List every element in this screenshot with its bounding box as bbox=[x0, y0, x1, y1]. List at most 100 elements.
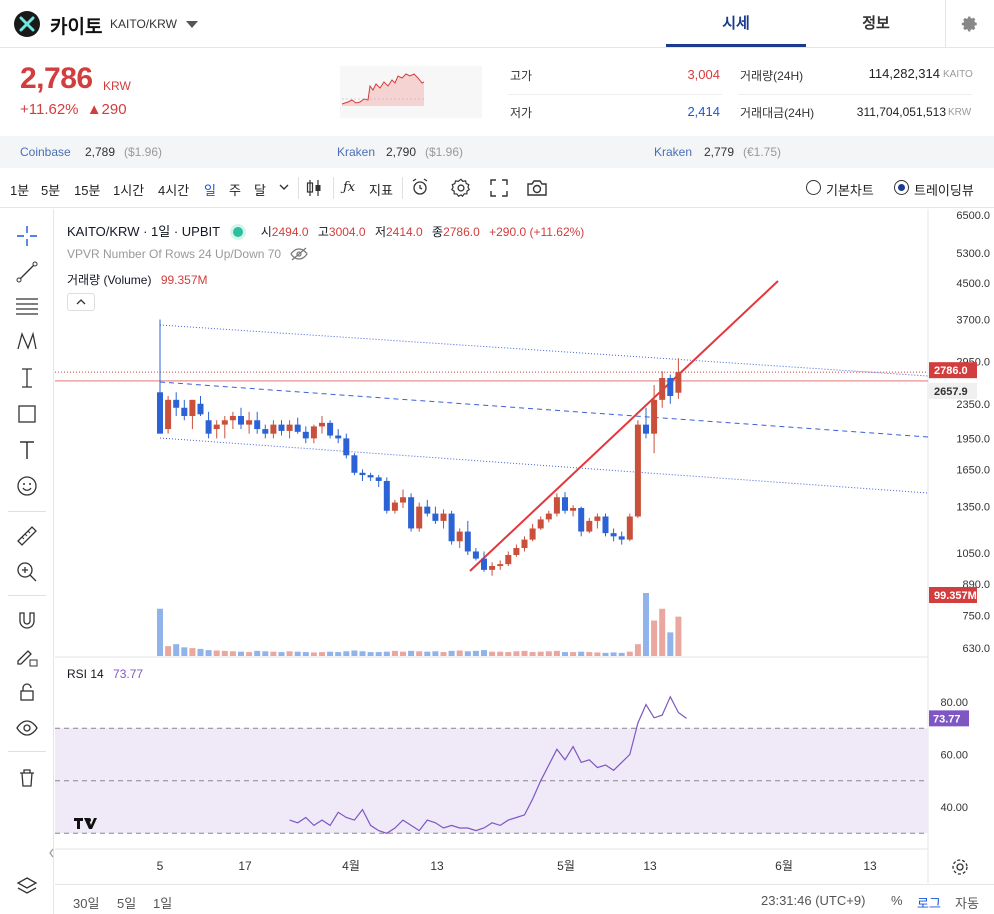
eye-hidden-icon[interactable] bbox=[290, 247, 309, 261]
emoji-icon[interactable] bbox=[14, 473, 40, 499]
ohlc-high: 3004.0 bbox=[328, 225, 366, 239]
volume-bar bbox=[262, 651, 269, 656]
text-icon[interactable] bbox=[14, 437, 40, 463]
log-toggle[interactable]: 로그 bbox=[917, 893, 941, 912]
volume-bar bbox=[173, 644, 180, 656]
volume-unit: KAITO bbox=[943, 69, 973, 80]
exchange-name[interactable]: Kraken bbox=[654, 145, 692, 159]
exchange-usd: (€1.75) bbox=[743, 145, 782, 159]
rectangle-icon[interactable] bbox=[14, 401, 40, 427]
chart-area[interactable]: 80.00 60.00 40.00 73.77 6500.0 5300.0 4500.0 3… bbox=[55, 209, 994, 883]
pencil-lock-icon[interactable] bbox=[14, 643, 40, 669]
candle-body bbox=[489, 566, 496, 570]
tab-market[interactable]: 시세 bbox=[666, 0, 806, 47]
range-30d[interactable]: 30일 bbox=[73, 893, 99, 912]
interval-1d[interactable]: 일 bbox=[204, 180, 216, 199]
range-1d[interactable]: 1일 bbox=[153, 893, 172, 912]
percent-toggle[interactable]: % bbox=[891, 893, 903, 908]
interval-1m[interactable]: 1분 bbox=[10, 180, 29, 199]
volume-bar bbox=[456, 650, 463, 656]
range-5d[interactable]: 5일 bbox=[117, 893, 136, 912]
layers-icon[interactable] bbox=[14, 873, 40, 899]
candle-body bbox=[570, 507, 577, 511]
time-tick-label: 6월 bbox=[775, 859, 793, 873]
last-price-tag: 2786.0 bbox=[934, 365, 968, 377]
candle-body bbox=[667, 377, 674, 397]
crosshair-icon[interactable] bbox=[14, 223, 40, 249]
candle-body bbox=[602, 516, 609, 534]
pattern-icon[interactable] bbox=[14, 329, 40, 355]
fx-icon[interactable]: ƒx bbox=[343, 180, 355, 195]
candle-body bbox=[205, 420, 212, 434]
volume-bar bbox=[529, 652, 536, 656]
eye-icon[interactable] bbox=[14, 715, 40, 741]
candle-body bbox=[157, 392, 163, 434]
low-value: 2,414 bbox=[687, 104, 720, 119]
volume-bar bbox=[165, 646, 172, 656]
indicator-button[interactable]: 지표 bbox=[369, 180, 393, 199]
pair-dropdown-icon[interactable] bbox=[186, 21, 198, 28]
fullscreen-icon[interactable] bbox=[490, 179, 508, 197]
volume-bar bbox=[618, 652, 625, 656]
price-tick-label: 630.0 bbox=[962, 643, 990, 655]
volume-bar bbox=[416, 651, 423, 656]
exchange-name[interactable]: Coinbase bbox=[20, 145, 71, 159]
volume-bar bbox=[537, 651, 544, 656]
magnet-icon[interactable] bbox=[14, 607, 40, 633]
candle-body bbox=[343, 438, 350, 456]
measure-icon[interactable] bbox=[14, 365, 40, 391]
exchange-name[interactable]: Kraken bbox=[337, 145, 375, 159]
volume-bar bbox=[327, 651, 334, 656]
basic-chart-radio[interactable] bbox=[806, 180, 821, 195]
interval-4h[interactable]: 4시간 bbox=[158, 180, 189, 199]
price-tick-label: 1050.0 bbox=[956, 548, 990, 560]
tab-info[interactable]: 정보 bbox=[806, 0, 946, 47]
tradingview-radio[interactable] bbox=[894, 180, 909, 195]
time-tick-label: 13 bbox=[863, 859, 877, 873]
volume-tag: 99.357M bbox=[934, 590, 977, 602]
basic-chart-label[interactable]: 기본차트 bbox=[826, 180, 874, 199]
candle-type-icon[interactable] bbox=[305, 178, 323, 198]
zoom-in-icon[interactable] bbox=[14, 559, 40, 585]
rsi-legend: RSI 14 73.77 bbox=[67, 667, 143, 681]
settings-button[interactable] bbox=[945, 0, 994, 48]
ruler-icon[interactable] bbox=[14, 523, 40, 549]
interval-15m[interactable]: 15분 bbox=[74, 180, 100, 199]
chevron-down-icon[interactable] bbox=[278, 182, 290, 192]
volume-bar bbox=[189, 648, 196, 656]
change-amount: ▲290 bbox=[86, 101, 127, 118]
settings-icon[interactable] bbox=[450, 177, 472, 199]
auto-toggle[interactable]: 자동 bbox=[955, 893, 979, 912]
interval-1mo[interactable]: 달 bbox=[254, 180, 266, 199]
interval-1w[interactable]: 주 bbox=[229, 180, 241, 199]
price-change: +11.62% ▲290 bbox=[20, 101, 127, 118]
ohlc-high-label: 고 bbox=[317, 225, 329, 239]
volume-bar bbox=[335, 652, 342, 656]
candle-body bbox=[165, 399, 172, 430]
lock-icon[interactable] bbox=[14, 679, 40, 705]
trend-line-icon[interactable] bbox=[14, 259, 40, 285]
timezone-clock[interactable]: 23:31:46 (UTC+9) bbox=[761, 893, 865, 908]
time-axis-settings-icon[interactable] bbox=[951, 858, 969, 876]
tradingview-label[interactable]: 트레이딩뷰 bbox=[914, 180, 974, 199]
collapse-handle-icon[interactable] bbox=[47, 843, 55, 863]
price-tick-label: 3700.0 bbox=[956, 315, 990, 327]
divider bbox=[508, 94, 722, 95]
trash-icon[interactable] bbox=[14, 765, 40, 791]
candle-body bbox=[383, 480, 390, 511]
collapse-legend-button[interactable] bbox=[67, 293, 95, 311]
camera-icon[interactable] bbox=[526, 178, 548, 198]
interval-1h[interactable]: 1시간 bbox=[113, 180, 144, 199]
price-tick-label: 4500.0 bbox=[956, 278, 990, 290]
divider bbox=[298, 177, 299, 199]
volume-value: 114,282,314 bbox=[868, 66, 940, 81]
volume-bar bbox=[383, 651, 390, 656]
price-chart[interactable]: 80.00 60.00 40.00 73.77 6500.0 5300.0 4500.0 3… bbox=[55, 209, 994, 883]
interval-5m[interactable]: 5분 bbox=[41, 180, 60, 199]
candle-body bbox=[626, 516, 633, 540]
alert-clock-icon[interactable] bbox=[410, 177, 432, 199]
candle-body bbox=[651, 399, 658, 434]
candle-body bbox=[586, 520, 593, 532]
fib-retracement-icon[interactable] bbox=[14, 293, 40, 319]
price-tick-label: 2350.0 bbox=[956, 399, 990, 411]
